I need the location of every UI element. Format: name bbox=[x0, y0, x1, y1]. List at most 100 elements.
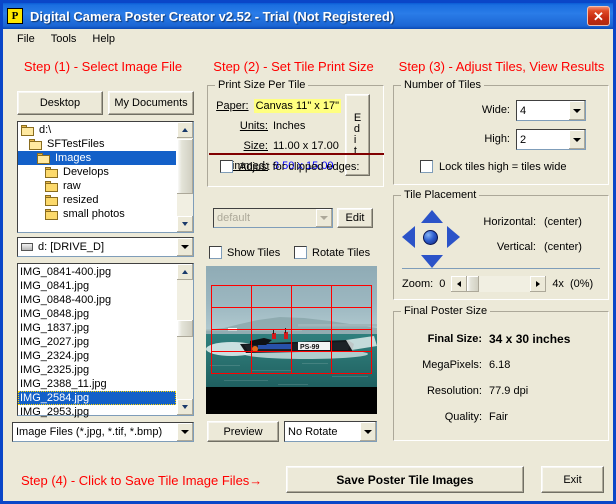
file-filter-combo[interactable]: Image Files (*.jpg, *.tif, *.bmp) bbox=[12, 422, 194, 442]
folder-tree-scrollbar[interactable] bbox=[177, 122, 193, 232]
show-tiles-checkbox[interactable] bbox=[209, 246, 222, 259]
folder-tree-item[interactable]: small photos bbox=[18, 207, 176, 221]
folder-tree-item-label: raw bbox=[63, 180, 81, 192]
dpad-up-icon[interactable] bbox=[421, 210, 443, 223]
print-size-row: Units: Inches bbox=[208, 116, 341, 136]
zoom-row: Zoom: 0 4x (0%) bbox=[402, 276, 593, 292]
file-list-item-label: IMG_2584.jpg bbox=[20, 392, 90, 404]
dpad-center-icon[interactable] bbox=[423, 230, 438, 245]
preview-panel[interactable]: PS-99 bbox=[206, 266, 377, 414]
separator bbox=[209, 153, 384, 155]
tiles-wide-label: Wide: bbox=[481, 104, 510, 116]
zoom-percent-label: (0%) bbox=[569, 278, 594, 290]
drive-combo[interactable]: d: [DRIVE_D] bbox=[17, 237, 194, 257]
folder-tree[interactable]: d:\ SFTestFiles Images Develops raw resized sm… bbox=[17, 121, 194, 233]
paper-edit-label: Edit bbox=[353, 112, 362, 157]
exit-button[interactable]: Exit bbox=[541, 466, 604, 493]
zoom-increase-button[interactable] bbox=[530, 276, 547, 292]
file-list-item-label: IMG_2388_11.jpg bbox=[20, 378, 107, 390]
folder-tree-item[interactable]: d:\ bbox=[18, 123, 176, 137]
desktop-button[interactable]: Desktop bbox=[17, 91, 103, 115]
menu-item-tools[interactable]: Tools bbox=[43, 31, 85, 47]
rotate-combo-value: No Rotate bbox=[288, 425, 338, 438]
print-size-row-label: Paper: bbox=[216, 100, 249, 112]
file-list-scrollbar[interactable] bbox=[177, 264, 193, 415]
file-list-item-label: IMG_2953.jpg bbox=[20, 406, 90, 418]
folder-tree-item-label: SFTestFiles bbox=[47, 138, 105, 150]
final-poster-row: Final Size: 34 x 30 inches bbox=[394, 326, 610, 352]
file-list[interactable]: IMG_0841-400.jpg IMG_0841.jpg IMG_0848-400… bbox=[17, 263, 194, 419]
direction-pad[interactable] bbox=[402, 210, 460, 268]
my-documents-button[interactable]: My Documents bbox=[108, 91, 194, 115]
file-list-item[interactable]: IMG_0848-400.jpg bbox=[18, 293, 176, 307]
lock-tiles-label: Lock tiles high = tiles wide bbox=[439, 160, 567, 173]
scroll-down-button[interactable] bbox=[177, 216, 193, 232]
close-icon[interactable]: ✕ bbox=[587, 6, 610, 26]
tiles-wide-combo[interactable]: 4 bbox=[516, 100, 586, 121]
file-list-item[interactable]: IMG_2027.jpg bbox=[18, 335, 176, 349]
drive-icon bbox=[18, 243, 35, 251]
file-list-item[interactable]: IMG_0841-400.jpg bbox=[18, 265, 176, 279]
file-list-item[interactable]: IMG_2388_11.jpg bbox=[18, 377, 176, 391]
adjust-clipped-edges-checkbox[interactable] bbox=[220, 160, 233, 173]
folder-tree-item-label: d:\ bbox=[39, 124, 52, 136]
print-size-row-value: Canvas 11" x 17" bbox=[253, 99, 341, 113]
scroll-thumb[interactable] bbox=[177, 320, 193, 337]
folder-tree-item[interactable]: resized bbox=[18, 193, 176, 207]
folder-tree-item[interactable]: raw bbox=[18, 179, 176, 193]
file-list-item[interactable]: IMG_0841.jpg bbox=[18, 279, 176, 293]
adjust-preset-combo: default bbox=[213, 208, 333, 228]
lock-tiles-checkbox[interactable] bbox=[420, 160, 433, 173]
lock-tiles-row: Lock tiles high = tiles wide bbox=[420, 160, 566, 173]
file-list-item[interactable]: IMG_2953.jpg bbox=[18, 405, 176, 419]
show-tiles-label: Show Tiles bbox=[227, 246, 281, 259]
tile-placement-label: Tile Placement bbox=[401, 189, 480, 201]
dpad-down-icon[interactable] bbox=[421, 255, 443, 268]
scroll-up-button[interactable] bbox=[177, 264, 193, 280]
number-of-tiles-label: Number of Tiles bbox=[401, 79, 485, 91]
file-filter-value: Image Files (*.jpg, *.tif, *.bmp) bbox=[16, 426, 163, 438]
chevron-down-icon[interactable] bbox=[360, 422, 376, 441]
chevron-down-icon[interactable] bbox=[177, 423, 193, 441]
scroll-up-button[interactable] bbox=[177, 122, 193, 138]
dpad-left-icon[interactable] bbox=[402, 226, 415, 248]
zoom-slider[interactable] bbox=[451, 276, 547, 292]
menu-item-help[interactable]: Help bbox=[84, 31, 123, 47]
rotate-combo[interactable]: No Rotate bbox=[284, 421, 377, 442]
menu-item-file[interactable]: File bbox=[9, 31, 43, 47]
file-list-item[interactable]: IMG_2325.jpg bbox=[18, 363, 176, 377]
folder-icon bbox=[44, 208, 60, 221]
file-list-item-label: IMG_0848-400.jpg bbox=[20, 294, 112, 306]
scroll-down-button[interactable] bbox=[177, 399, 193, 415]
chevron-down-icon[interactable] bbox=[177, 238, 193, 256]
vertical-label: Vertical: bbox=[496, 241, 536, 253]
dpad-right-icon[interactable] bbox=[447, 226, 460, 248]
file-list-item[interactable]: IMG_2584.jpg bbox=[18, 391, 176, 405]
final-poster-size-label: Final Poster Size bbox=[401, 305, 491, 317]
tiles-high-combo[interactable]: 2 bbox=[516, 129, 586, 150]
file-list-item[interactable]: IMG_0848.jpg bbox=[18, 307, 176, 321]
svg-text:PS-99: PS-99 bbox=[300, 344, 320, 351]
file-list-item-label: IMG_2324.jpg bbox=[20, 350, 90, 362]
drive-combo-value: d: [DRIVE_D] bbox=[38, 241, 105, 253]
folder-icon bbox=[44, 194, 60, 207]
preview-button[interactable]: Preview bbox=[207, 421, 279, 442]
zoom-slider-thumb[interactable] bbox=[467, 276, 480, 292]
save-poster-tile-images-button[interactable]: Save Poster Tile Images bbox=[286, 466, 524, 493]
folder-tree-item-label: resized bbox=[63, 194, 99, 206]
chevron-down-icon[interactable] bbox=[569, 130, 585, 149]
file-list-item-label: IMG_0841.jpg bbox=[20, 280, 90, 292]
chevron-down-icon[interactable] bbox=[569, 101, 585, 120]
file-list-item[interactable]: IMG_1837.jpg bbox=[18, 321, 176, 335]
adjust-edit-button[interactable]: Edit bbox=[337, 208, 373, 228]
zoom-decrease-button[interactable] bbox=[451, 276, 468, 292]
folder-tree-item[interactable]: SFTestFiles bbox=[18, 137, 176, 151]
file-list-item[interactable]: IMG_2324.jpg bbox=[18, 349, 176, 363]
scroll-thumb[interactable] bbox=[177, 139, 193, 194]
folder-tree-item[interactable]: Develops bbox=[18, 165, 176, 179]
folder-tree-item[interactable]: Images bbox=[18, 151, 176, 165]
chevron-down-icon bbox=[316, 209, 332, 227]
final-rows: Final Size: 34 x 30 inches MegaPixels: 6.18… bbox=[394, 326, 610, 430]
final-poster-row-label: Final Size: bbox=[427, 333, 482, 345]
rotate-tiles-checkbox[interactable] bbox=[294, 246, 307, 259]
